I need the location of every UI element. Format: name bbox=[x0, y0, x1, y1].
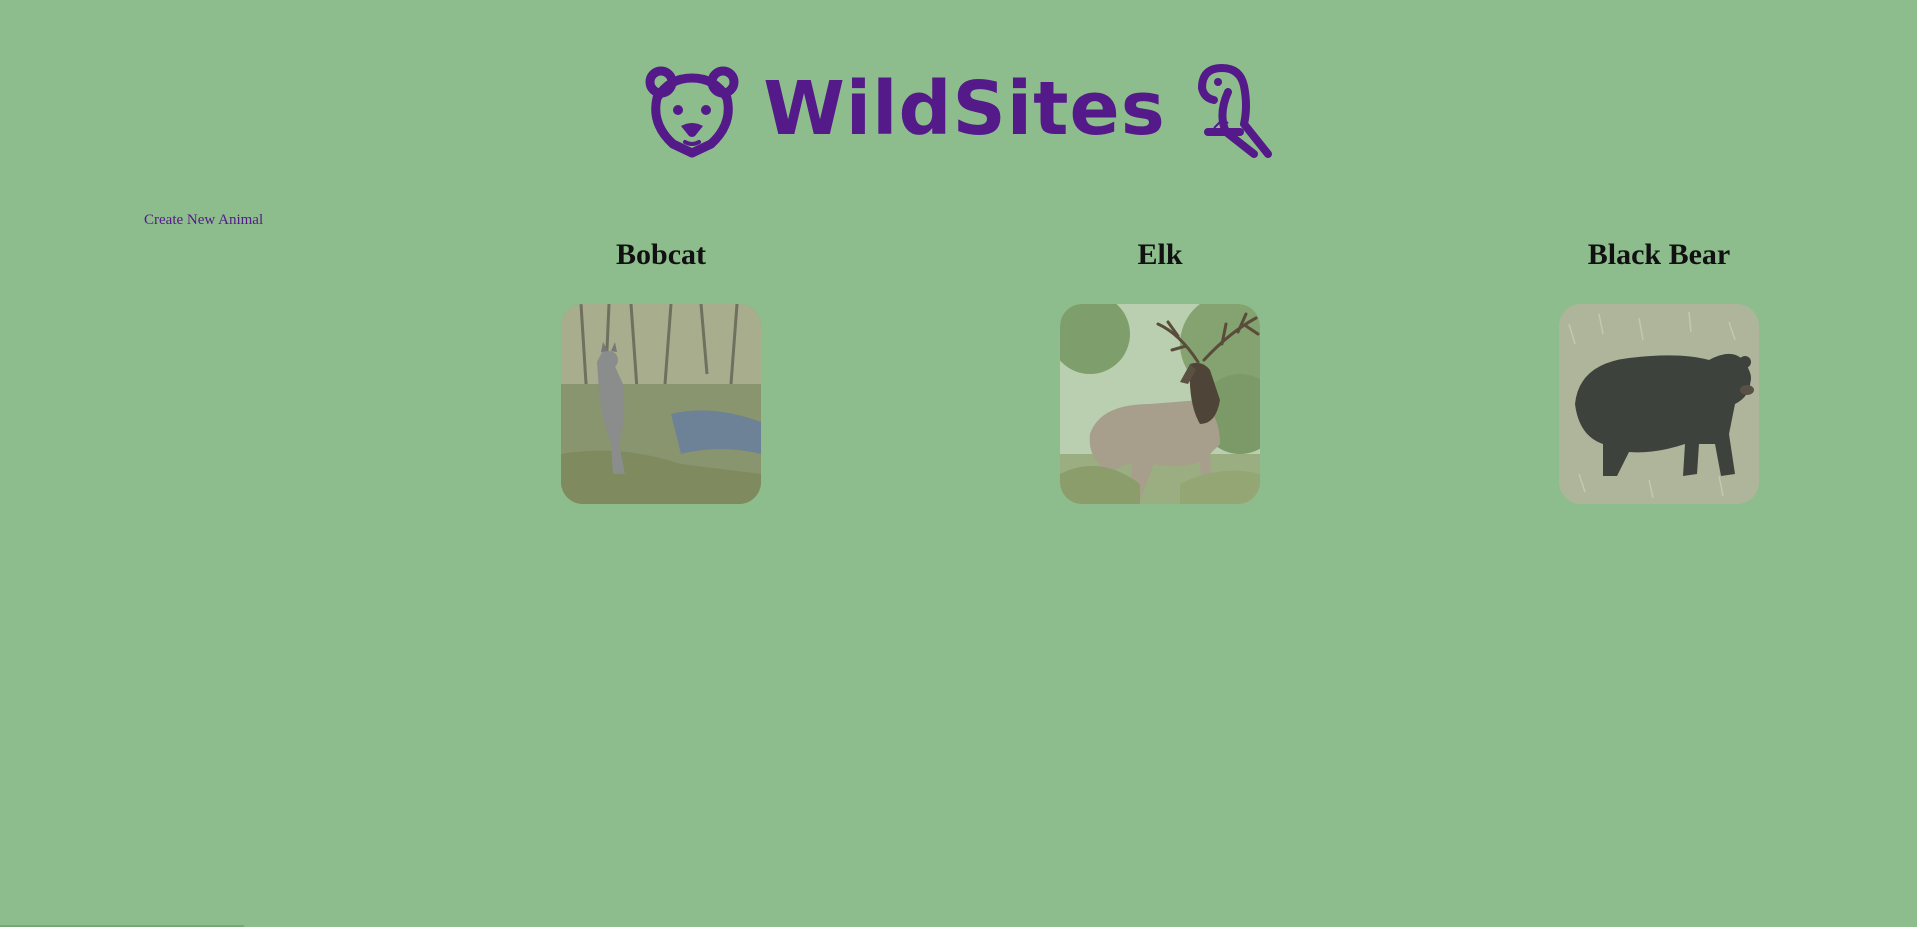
bobcat-photo[interactable] bbox=[561, 304, 761, 504]
animal-name: Bobcat bbox=[616, 238, 706, 271]
logo: WildSites bbox=[643, 62, 1274, 163]
animal-card: Black Bear bbox=[1509, 232, 1809, 504]
animal-name: Elk bbox=[1137, 238, 1183, 271]
create-new-animal-link[interactable]: Create New Animal bbox=[144, 212, 263, 229]
black-bear-photo[interactable] bbox=[1559, 304, 1759, 504]
elk-photo[interactable] bbox=[1060, 304, 1260, 504]
animal-name: Black Bear bbox=[1587, 238, 1731, 271]
animal-card: Bobcat bbox=[511, 232, 811, 504]
parrot-icon bbox=[1188, 62, 1274, 163]
brand-name: WildSites bbox=[763, 66, 1166, 152]
bear-face-icon bbox=[643, 62, 741, 163]
animal-card: Elk bbox=[1010, 232, 1310, 504]
site-header: WildSites bbox=[0, 62, 1917, 162]
